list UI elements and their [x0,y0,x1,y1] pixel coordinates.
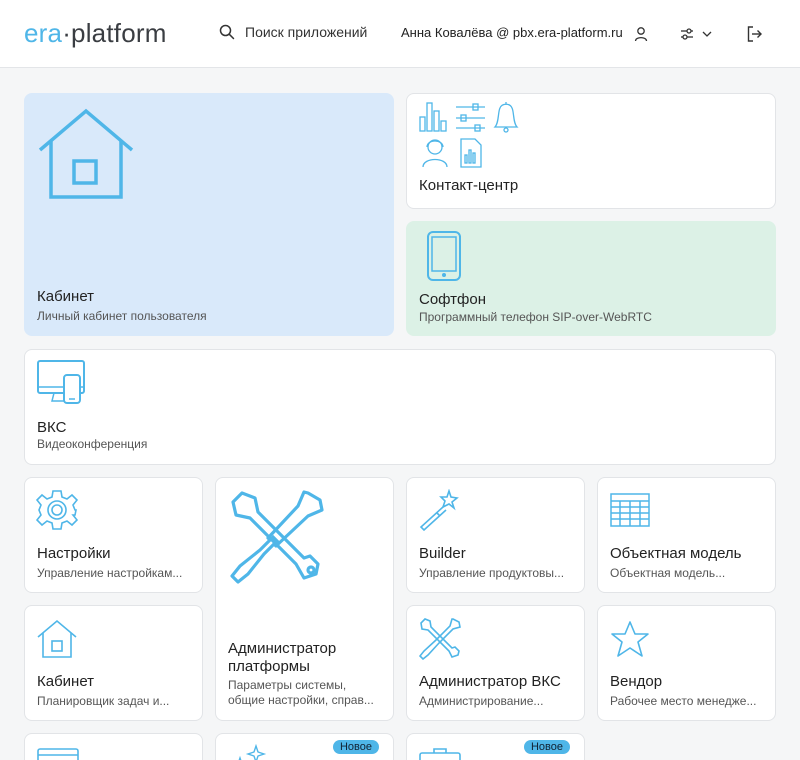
card-title: Администратор платформы [228,640,337,675]
card-title: Вендор [610,673,663,690]
card-title: Администратор ВКС [419,673,561,690]
app-card-bottom-2[interactable]: Новое [215,733,394,760]
magic-wand-icon [419,489,461,531]
house-icon [37,619,77,659]
search-label: Поиск приложений [245,24,368,40]
logout-icon[interactable] [746,25,764,43]
card-subtitle: Администрирование... [419,694,544,708]
card-title: Builder [419,545,466,562]
app-search[interactable]: Поиск приложений [219,24,367,40]
wrench-screwdriver-icon [228,490,326,588]
contact-center-icons [419,101,525,169]
settings-sliders-dropdown[interactable] [679,26,713,42]
tools-icon [419,618,461,660]
card-subtitle: Объектная модель... [610,566,726,580]
new-badge: Новое [332,740,379,754]
logo-platform: platform [71,18,167,48]
card-icon [37,748,79,760]
app-card-builder[interactable]: Builder Управление продуктовы... [406,477,585,593]
top-bar: era·platform Поиск приложений Анна Ковал… [0,0,800,68]
card-title: Софтфон [419,291,487,308]
app-card-vendor[interactable]: Вендор Рабочее место менедже... [597,605,776,721]
table-grid-icon [610,493,650,527]
app-card-bottom-3[interactable]: Новое [406,733,585,760]
monitor-phone-icon [36,359,88,407]
card-title: Настройки [37,545,111,562]
phone-icon [426,230,462,282]
app-card-cabinet[interactable]: Кабинет Личный кабинет пользователя [24,93,394,336]
app-card-bottom-1[interactable] [24,733,203,760]
app-card-platform-admin[interactable]: Администратор платформы Параметры систем… [215,477,394,721]
card-subtitle: Управление настройкам... [37,566,183,580]
card-title: ВКС [37,419,67,436]
card-subtitle: Рабочее место менедже... [610,694,757,708]
card-title: Кабинет [37,673,95,690]
app-card-object-model[interactable]: Объектная модель Объектная модель... [597,477,776,593]
new-badge: Новое [523,740,570,754]
search-icon [219,24,235,40]
sparkles-icon [232,744,272,760]
briefcase-icon [419,748,461,760]
card-title: Кабинет [37,288,95,305]
card-subtitle: Параметры системы, общие настройки, спра… [228,678,374,707]
card-subtitle: Планировщик задач и... [37,694,170,708]
app-card-softphone[interactable]: Софтфон Программный телефон SIP-over-Web… [406,221,776,336]
card-subtitle: Программный телефон SIP-over-WebRTC [419,310,652,324]
logo-dot: · [62,18,72,48]
app-card-vks[interactable]: ВКС Видеоконференция [24,349,776,465]
star-icon [610,620,650,658]
logo-era: era [24,18,63,48]
card-subtitle: Управление продуктовы... [419,566,565,580]
card-title: Объектная модель [610,545,742,562]
house-icon [37,108,135,200]
gear-icon [36,489,78,531]
user-label[interactable]: Анна Ковалёва @ pbx.era-platform.ru [401,25,623,40]
card-title: Контакт-центр [419,177,519,194]
user-icon[interactable] [633,26,649,42]
card-subtitle: Личный кабинет пользователя [37,309,207,323]
card-subtitle: Видеоконференция [37,437,148,451]
era-platform-logo[interactable]: era·platform [24,18,167,48]
app-card-cabinet-planner[interactable]: Кабинет Планировщик задач и... [24,605,203,721]
app-card-settings[interactable]: Настройки Управление настройкам... [24,477,203,593]
app-card-vks-admin[interactable]: Администратор ВКС Администрирование... [406,605,585,721]
app-card-contact-center[interactable]: Контакт-центр [406,93,776,209]
